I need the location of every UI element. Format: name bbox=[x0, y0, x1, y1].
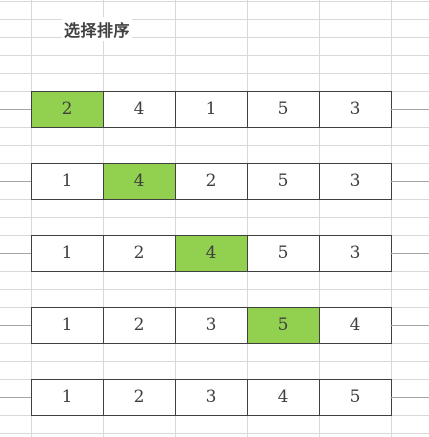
spreadsheet-sheet: 选择排序 2 4 1 5 3 1 4 2 5 3 1 2 4 5 3 1 2 3… bbox=[0, 0, 429, 437]
array-cell-borders bbox=[0, 91, 429, 416]
